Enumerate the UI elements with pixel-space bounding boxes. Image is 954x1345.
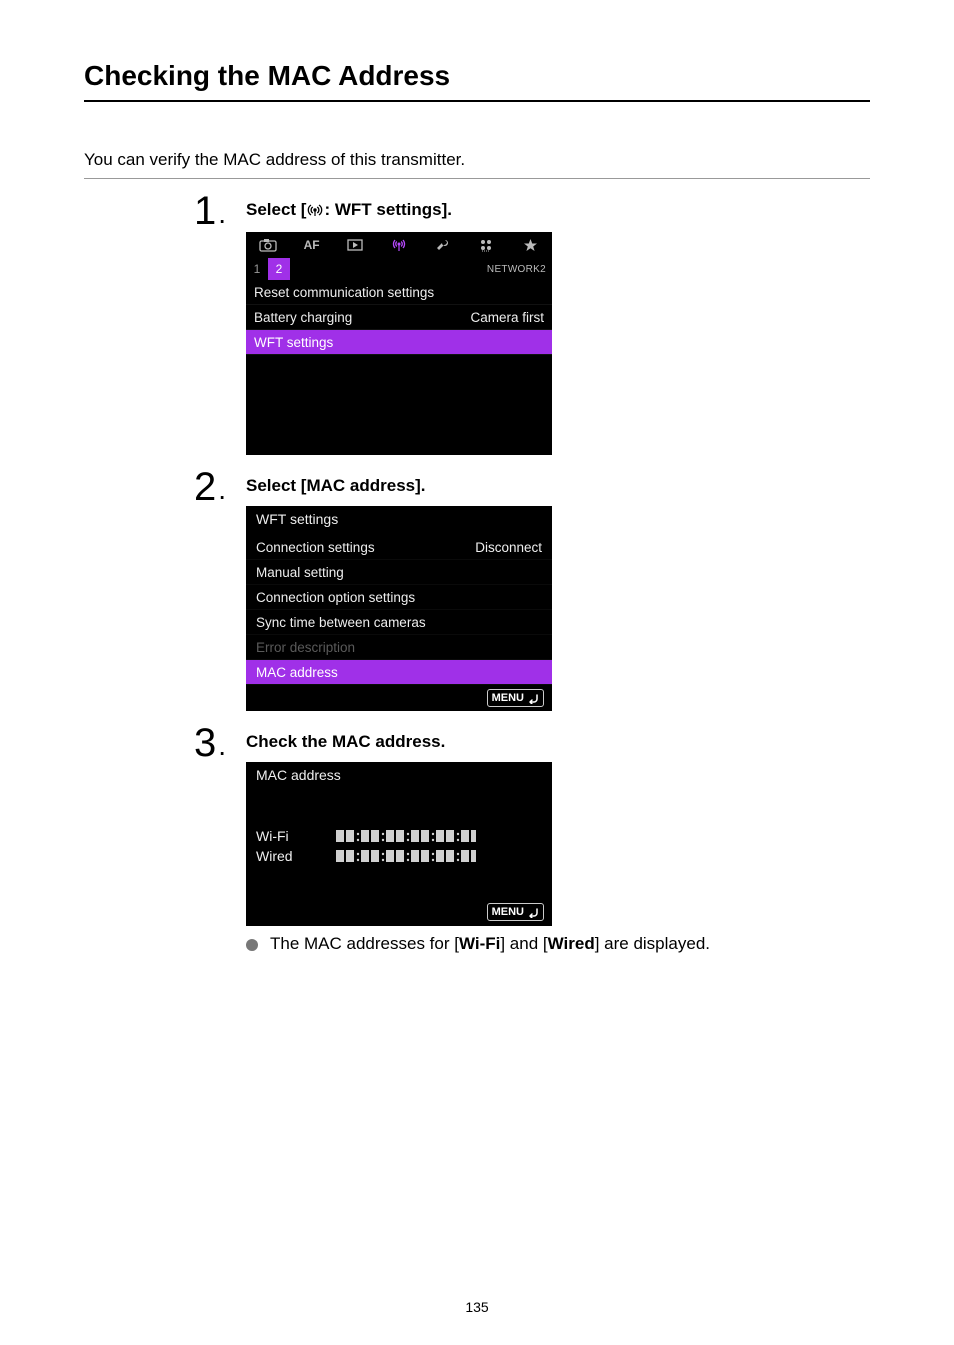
mac-value-redacted [336,828,476,844]
tab-af: AF [290,232,334,258]
menu-row-reset: Reset communication settings [246,280,552,305]
step-number: 3 [194,723,246,763]
row-mac-address: MAC address [246,660,552,685]
page-number: 135 [0,1299,954,1315]
page-title: Checking the MAC Address [84,60,870,102]
row-manual-setting: Manual setting [246,560,552,585]
tab-camera-icon [246,232,290,258]
note-wired: Wired [548,934,595,953]
mac-wired-row: Wired [256,848,542,864]
subtab-2: 2 [268,258,290,280]
mac-wifi-row: Wi-Fi [256,828,542,844]
panel-title: WFT settings [246,506,552,532]
menu-row-wft-settings: WFT settings [246,330,552,355]
step-number: 1 [194,191,246,231]
step-1-title: Select [ : WFT settings]. [246,200,870,222]
menu-back-button: MENU [487,903,544,921]
row-connection-option: Connection option settings [246,585,552,610]
step1-title-suffix: : WFT settings]. [324,200,451,219]
return-icon [526,906,540,918]
screenshot-mac-address: MAC address Wi-Fi Wired [246,762,552,926]
row-sync-time: Sync time between cameras [246,610,552,635]
antenna-icon [307,202,323,222]
note-text: The MAC addresses for [ [270,934,459,953]
step-3: 3 Check the MAC address. MAC address Wi-… [194,729,870,954]
mac-value-redacted [336,848,476,864]
row-error-description: Error description [246,635,552,660]
bullet-icon [246,939,258,951]
menu-back-button: MENU [487,689,544,707]
step-1: 1 Select [ : WFT settings]. AF [194,197,870,463]
step-2: 2 Select [MAC address]. WFT settings Con… [194,473,870,719]
tab-star-icon [508,232,552,258]
step-2-title: Select [MAC address]. [246,476,870,496]
intro-text: You can verify the MAC address of this t… [84,150,870,179]
row-connection-settings: Connection settings Disconnect [246,535,552,560]
note-wifi: Wi-Fi [459,934,500,953]
subtab-label: NETWORK2 [487,264,552,275]
note-text: ] are displayed. [595,934,710,953]
subtab-1: 1 [246,258,268,280]
tab-antenna-icon [377,232,421,258]
step-3-note: The MAC addresses for [Wi-Fi] and [Wired… [246,934,870,954]
tab-wrench-icon [421,232,465,258]
menu-row-battery: Battery charging Camera first [246,305,552,330]
return-icon [526,692,540,704]
tab-settings-icon [465,232,509,258]
step1-title-prefix: Select [ [246,200,306,219]
step-number: 2 [194,467,246,507]
step-3-title: Check the MAC address. [246,732,870,752]
screenshot-wft-menu: AF [246,232,552,455]
panel-title: MAC address [246,762,552,788]
tab-play-icon [333,232,377,258]
note-text: ] and [ [500,934,547,953]
screenshot-wft-settings: WFT settings Connection settings Disconn… [246,506,552,711]
